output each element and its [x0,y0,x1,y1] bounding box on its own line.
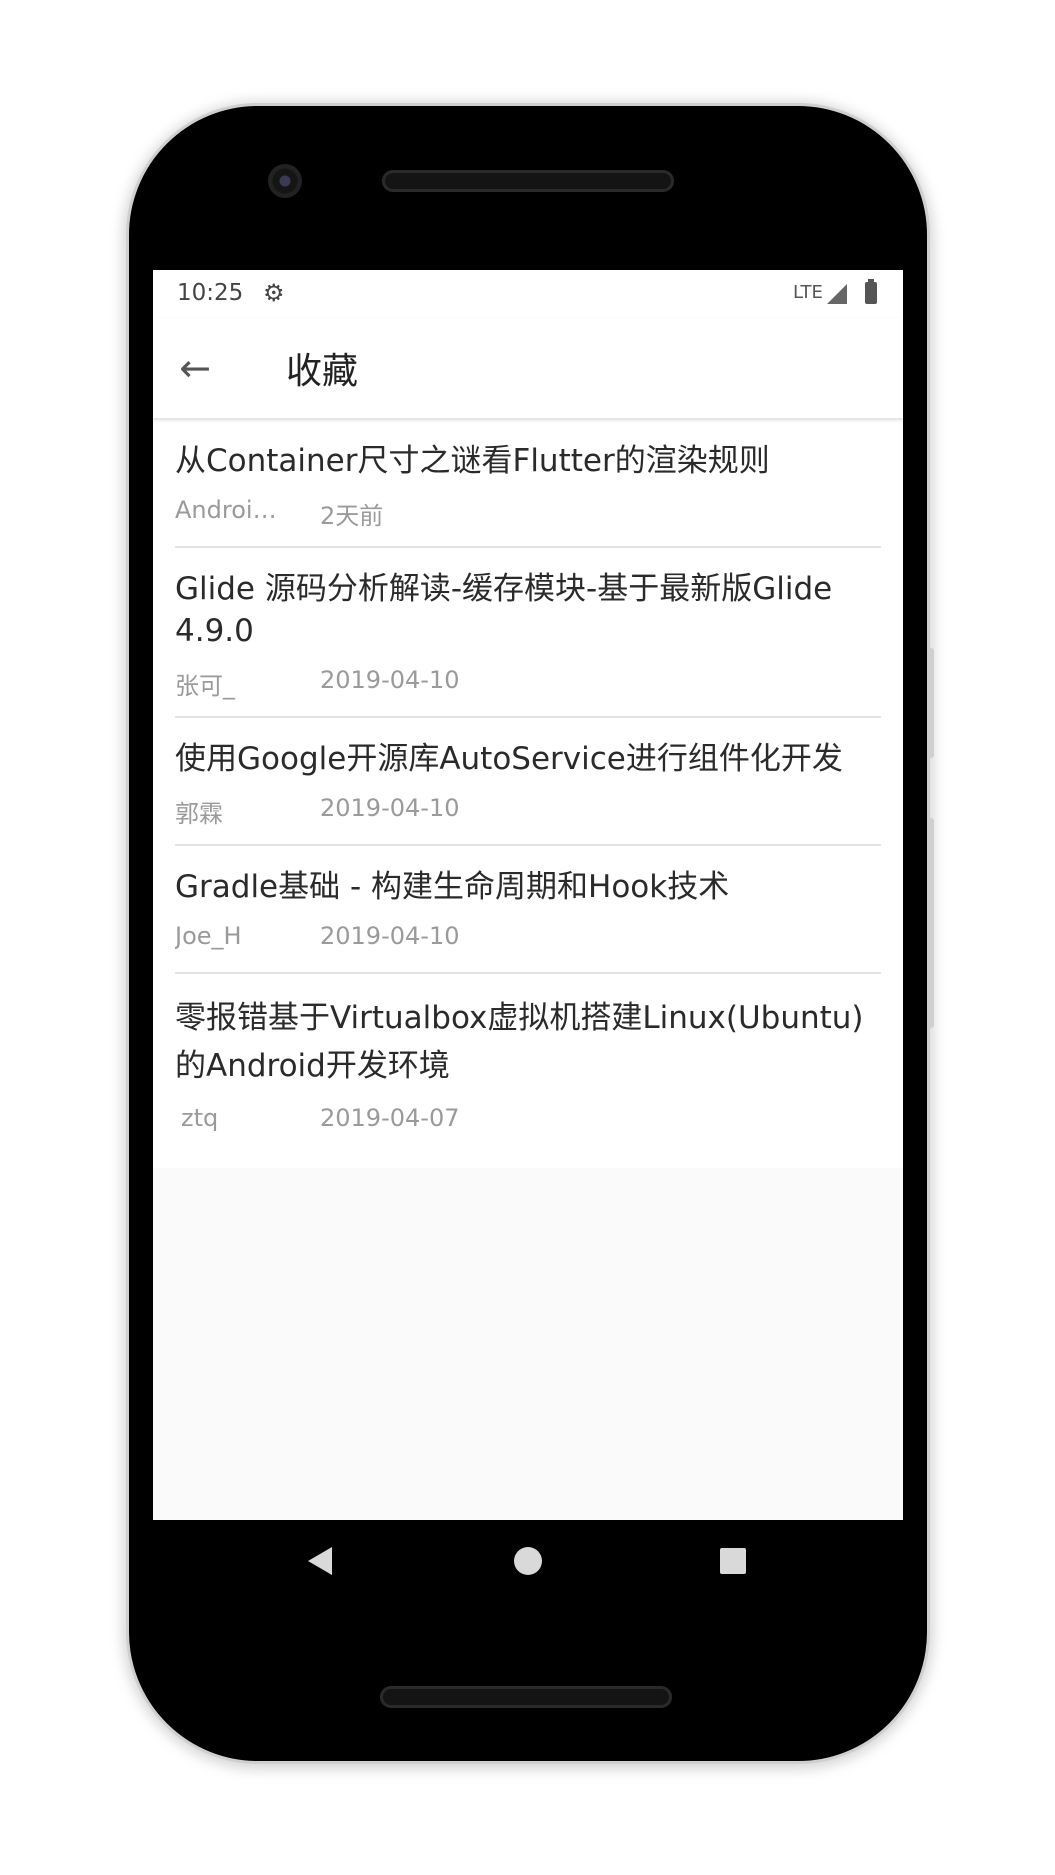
arrow-back-icon: ← [179,346,211,390]
volume-button [928,818,934,1028]
list-item[interactable]: 使用Google开源库AutoService进行组件化开发 郭霖 2019-04… [153,718,903,846]
list-item[interactable]: 零报错基于Virtualbox虚拟机搭建Linux(Ubuntu)的Androi… [153,974,903,1168]
item-title: 从Container尺寸之谜看Flutter的渲染规则 [175,443,770,479]
gear-icon: ⚙ [263,279,285,307]
item-author: 郭霖 [175,800,223,828]
network-type: LTE [793,282,823,303]
item-title: 使用Google开源库AutoService进行组件化开发 [175,741,843,777]
nav-home-icon[interactable] [514,1547,542,1575]
item-author: ztq [181,1104,219,1132]
list-item[interactable]: Gradle基础 - 构建生命周期和Hook技术 Joe_H 2019-04-1… [153,846,903,974]
screen: 10:25 ⚙ LTE ← 收藏 从Container尺寸之谜看Flutter的… [153,270,903,1520]
item-meta: 郭霖 2019-04-10 [175,780,881,836]
nav-recents-icon[interactable] [720,1548,746,1574]
item-title: Glide 源码分析解读-缓存模块-基于最新版Glide 4.9.0 [175,571,833,649]
signal-icon [827,284,847,304]
favorites-list: 从Container尺寸之谜看Flutter的渲染规则 Android... 2… [153,420,903,1168]
page-title: 收藏 [286,351,359,392]
item-meta: Android... 2天前 [175,482,881,538]
system-nav-bar [153,1520,903,1600]
earpiece-speaker [382,170,674,192]
back-button[interactable]: ← [167,340,223,396]
front-camera [268,164,302,198]
item-date: 2天前 [320,502,384,530]
item-author: 张可_ [175,672,235,700]
status-bar: 10:25 ⚙ LTE [153,270,903,318]
item-date: 2019-04-10 [320,922,460,950]
item-title: Gradle基础 - 构建生命周期和Hook技术 [175,869,730,905]
app-bar: ← 收藏 [153,318,903,418]
item-date: 2019-04-10 [320,666,460,694]
item-meta: ztq 2019-04-07 [175,1090,881,1146]
item-meta: Joe_H 2019-04-10 [175,908,881,964]
item-date: 2019-04-10 [320,794,460,822]
list-item[interactable]: Glide 源码分析解读-缓存模块-基于最新版Glide 4.9.0 张可_ 2… [153,548,903,718]
item-title: 零报错基于Virtualbox虚拟机搭建Linux(Ubuntu)的Androi… [175,1000,864,1084]
item-meta: 张可_ 2019-04-10 [175,652,881,708]
item-author: Joe_H [175,922,242,950]
battery-charging-icon [865,279,877,304]
status-time: 10:25 [177,280,244,306]
bottom-speaker [380,1686,672,1708]
item-author: Android... [175,496,285,524]
nav-back-icon[interactable] [308,1547,332,1575]
power-button [928,648,934,758]
item-date: 2019-04-07 [320,1104,460,1132]
list-item[interactable]: 从Container尺寸之谜看Flutter的渲染规则 Android... 2… [153,420,903,548]
